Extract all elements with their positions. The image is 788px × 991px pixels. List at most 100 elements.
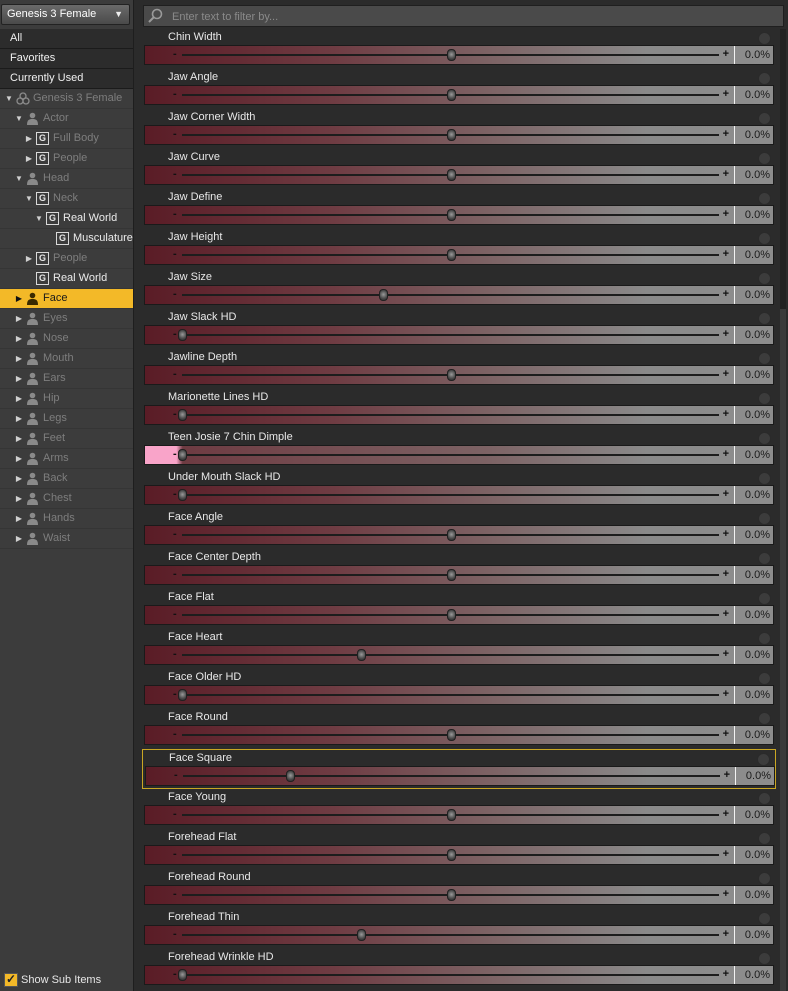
decrement-button[interactable]: - bbox=[173, 248, 177, 260]
value-field[interactable]: 0.0% bbox=[734, 86, 773, 104]
value-field[interactable]: 0.0% bbox=[734, 46, 773, 64]
property-row-face-older-hd[interactable]: Face Older HD - +0.0% bbox=[142, 669, 776, 709]
property-row-face-flat[interactable]: Face Flat - +0.0% bbox=[142, 589, 776, 629]
increment-button[interactable]: + bbox=[723, 728, 729, 740]
property-row-jaw-slack-hd[interactable]: Jaw Slack HD - +0.0% bbox=[142, 309, 776, 349]
property-slider[interactable]: - +0.0% bbox=[144, 245, 774, 265]
gear-icon[interactable] bbox=[758, 192, 771, 205]
menu-item-favorites[interactable]: Favorites bbox=[0, 49, 133, 69]
value-field[interactable]: 0.0% bbox=[734, 366, 773, 384]
gear-icon[interactable] bbox=[758, 112, 771, 125]
decrement-button[interactable]: - bbox=[173, 448, 177, 460]
decrement-button[interactable]: - bbox=[173, 128, 177, 140]
tree-item-hands[interactable]: ▶ Hands bbox=[0, 509, 133, 529]
property-slider[interactable]: - +0.0% bbox=[144, 325, 774, 345]
slider-track[interactable] bbox=[182, 694, 719, 696]
tree-item-neck[interactable]: ▼ G Neck bbox=[0, 189, 133, 209]
expand-down-icon[interactable]: ▼ bbox=[14, 169, 24, 188]
slider-knob[interactable] bbox=[446, 849, 456, 861]
increment-button[interactable]: + bbox=[723, 288, 729, 300]
property-row-face-square[interactable]: Face Square - +0.0% bbox=[142, 749, 776, 789]
slider-knob[interactable] bbox=[286, 770, 296, 782]
decrement-button[interactable]: - bbox=[174, 769, 178, 781]
decrement-button[interactable]: - bbox=[173, 808, 177, 820]
expand-right-icon[interactable]: ▶ bbox=[14, 289, 24, 308]
decrement-button[interactable]: - bbox=[173, 48, 177, 60]
decrement-button[interactable]: - bbox=[173, 288, 177, 300]
tree-item-people[interactable]: ▶ G People bbox=[0, 249, 133, 269]
property-row-face-angle[interactable]: Face Angle - +0.0% bbox=[142, 509, 776, 549]
decrement-button[interactable]: - bbox=[173, 208, 177, 220]
value-field[interactable]: 0.0% bbox=[734, 926, 773, 944]
gear-icon[interactable] bbox=[758, 552, 771, 565]
expand-right-icon[interactable]: ▶ bbox=[14, 509, 24, 528]
property-slider[interactable]: - +0.0% bbox=[144, 45, 774, 65]
increment-button[interactable]: + bbox=[723, 128, 729, 140]
expand-down-icon[interactable]: ▼ bbox=[34, 209, 44, 228]
expand-right-icon[interactable]: ▶ bbox=[24, 129, 34, 148]
gear-icon[interactable] bbox=[758, 792, 771, 805]
property-slider[interactable]: - +0.0% bbox=[144, 845, 774, 865]
expand-right-icon[interactable]: ▶ bbox=[14, 469, 24, 488]
show-sub-items-toggle[interactable]: ✓ Show Sub Items bbox=[2, 972, 130, 988]
slider-knob[interactable] bbox=[446, 209, 456, 221]
expand-right-icon[interactable]: ▶ bbox=[14, 389, 24, 408]
property-row-face-heart[interactable]: Face Heart - +0.0% bbox=[142, 629, 776, 669]
decrement-button[interactable]: - bbox=[173, 168, 177, 180]
value-field[interactable]: 0.0% bbox=[734, 886, 773, 904]
slider-track[interactable] bbox=[182, 934, 719, 936]
decrement-button[interactable]: - bbox=[173, 928, 177, 940]
slider-knob[interactable] bbox=[379, 289, 389, 301]
slider-knob[interactable] bbox=[356, 649, 366, 661]
expand-right-icon[interactable]: ▶ bbox=[14, 409, 24, 428]
slider-track[interactable] bbox=[182, 494, 719, 496]
property-slider[interactable]: - +0.0% bbox=[144, 285, 774, 305]
decrement-button[interactable]: - bbox=[173, 368, 177, 380]
property-row-forehead-wrinkle-hd[interactable]: Forehead Wrinkle HD - +0.0% bbox=[142, 949, 776, 989]
increment-button[interactable]: + bbox=[723, 368, 729, 380]
value-field[interactable]: 0.0% bbox=[734, 846, 773, 864]
increment-button[interactable]: + bbox=[723, 248, 729, 260]
slider-track[interactable] bbox=[183, 775, 720, 777]
slider-knob[interactable] bbox=[446, 169, 456, 181]
property-row-face-young[interactable]: Face Young - +0.0% bbox=[142, 789, 776, 829]
tree-item-real-world[interactable]: ▼ G Real World bbox=[0, 209, 133, 229]
tree-item-head[interactable]: ▼ Head bbox=[0, 169, 133, 189]
gear-icon[interactable] bbox=[758, 472, 771, 485]
property-row-marionette-lines-hd[interactable]: Marionette Lines HD - +0.0% bbox=[142, 389, 776, 429]
gear-icon[interactable] bbox=[758, 872, 771, 885]
gear-icon[interactable] bbox=[758, 32, 771, 45]
decrement-button[interactable]: - bbox=[173, 728, 177, 740]
slider-track[interactable] bbox=[182, 414, 719, 416]
tree-item-hip[interactable]: ▶ Hip bbox=[0, 389, 133, 409]
gear-icon[interactable] bbox=[758, 712, 771, 725]
property-slider[interactable]: - +0.0% bbox=[144, 485, 774, 505]
value-field[interactable]: 0.0% bbox=[734, 806, 773, 824]
slider-track[interactable] bbox=[182, 294, 719, 296]
decrement-button[interactable]: - bbox=[173, 608, 177, 620]
slider-knob[interactable] bbox=[178, 409, 187, 421]
tree-item-people[interactable]: ▶ G People bbox=[0, 149, 133, 169]
property-slider[interactable]: - +0.0% bbox=[144, 445, 774, 465]
slider-knob[interactable] bbox=[446, 369, 456, 381]
slider-track[interactable] bbox=[182, 974, 719, 976]
expand-right-icon[interactable]: ▶ bbox=[14, 449, 24, 468]
decrement-button[interactable]: - bbox=[173, 88, 177, 100]
property-row-face-center-depth[interactable]: Face Center Depth - +0.0% bbox=[142, 549, 776, 589]
gear-icon[interactable] bbox=[758, 632, 771, 645]
decrement-button[interactable]: - bbox=[173, 488, 177, 500]
property-row-jaw-define[interactable]: Jaw Define - +0.0% bbox=[142, 189, 776, 229]
slider-knob[interactable] bbox=[178, 329, 187, 341]
property-row-jaw-corner-width[interactable]: Jaw Corner Width - +0.0% bbox=[142, 109, 776, 149]
value-field[interactable]: 0.0% bbox=[735, 767, 774, 785]
slider-knob[interactable] bbox=[446, 729, 456, 741]
scrollbar-thumb[interactable] bbox=[780, 309, 786, 991]
property-slider[interactable]: - +0.0% bbox=[145, 766, 775, 786]
gear-icon[interactable] bbox=[758, 672, 771, 685]
increment-button[interactable]: + bbox=[723, 48, 729, 60]
gear-icon[interactable] bbox=[758, 592, 771, 605]
slider-knob[interactable] bbox=[446, 529, 456, 541]
menu-item-currently-used[interactable]: Currently Used bbox=[0, 69, 133, 89]
property-row-teen-josie-7-chin-dimple[interactable]: Teen Josie 7 Chin Dimple - +0.0% bbox=[142, 429, 776, 469]
property-slider[interactable]: - +0.0% bbox=[144, 965, 774, 985]
